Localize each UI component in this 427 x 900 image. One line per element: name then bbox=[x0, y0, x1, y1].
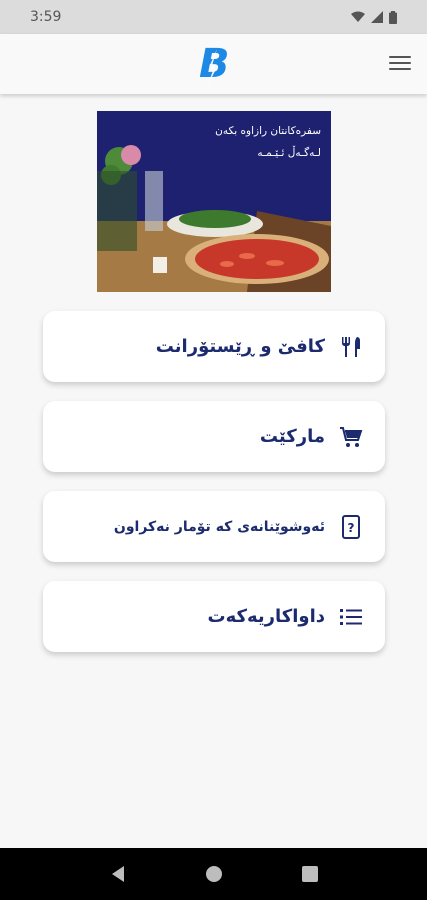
cafe-restaurant-button[interactable]: کافێ و ڕێستۆرانت bbox=[43, 311, 385, 382]
my-orders-button[interactable]: داواکاریەکەت bbox=[43, 581, 385, 652]
cafe-restaurant-label: کافێ و ڕێستۆرانت bbox=[155, 336, 325, 357]
app-bar: B bbox=[0, 34, 427, 94]
wifi-icon bbox=[351, 11, 365, 22]
recents-icon[interactable] bbox=[301, 866, 318, 882]
home-icon[interactable] bbox=[205, 865, 223, 883]
my-orders-label: داواکاریەکەت bbox=[207, 606, 325, 627]
promo-banner[interactable]: سفرەکانتان رازاوە بکەن لـەگـەڵ ئـێـمـە bbox=[97, 111, 331, 292]
market-label: مارکێت bbox=[259, 426, 325, 447]
hamburger-menu-icon[interactable] bbox=[389, 52, 411, 74]
banner-line-2: لـەگـەڵ ئـێـمـە bbox=[257, 147, 321, 159]
system-nav-bar bbox=[0, 848, 427, 900]
banner-food-image bbox=[97, 111, 331, 292]
status-time: 3:59 bbox=[30, 9, 62, 25]
back-icon[interactable] bbox=[109, 865, 127, 883]
market-button[interactable]: مارکێت bbox=[43, 401, 385, 472]
app-logo[interactable]: B bbox=[195, 41, 233, 87]
signal-icon bbox=[371, 11, 383, 23]
fork-knife-icon bbox=[339, 335, 363, 359]
svg-text:B: B bbox=[199, 41, 230, 87]
banner-line-1: سفرەکانتان رازاوە بکەن bbox=[215, 125, 321, 137]
cart-icon bbox=[339, 425, 363, 449]
list-icon bbox=[339, 605, 363, 629]
status-bar: 3:59 bbox=[0, 0, 427, 34]
svg-text:?: ? bbox=[348, 521, 355, 535]
status-icons bbox=[351, 10, 397, 24]
phone-question-icon: ? bbox=[339, 514, 363, 539]
unregistered-places-button[interactable]: ئەوشوێنانەی کە تۆمار نەکراون ? bbox=[43, 491, 385, 562]
unregistered-places-label: ئەوشوێنانەی کە تۆمار نەکراون bbox=[113, 518, 325, 535]
battery-icon bbox=[389, 10, 397, 24]
